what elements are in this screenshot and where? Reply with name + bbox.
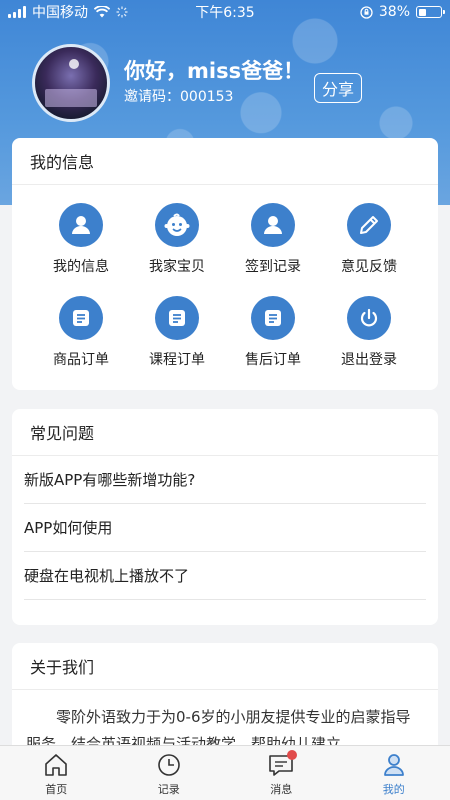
menu-feedback[interactable]: 意见反馈 (321, 203, 417, 276)
battery-icon (416, 6, 445, 18)
menu-my-info[interactable]: 我的信息 (33, 203, 129, 276)
menu-course-orders[interactable]: 课程订单 (129, 296, 225, 369)
clock-time: 下午6:35 (195, 5, 255, 21)
document-icon (251, 296, 295, 340)
carrier-label: 中国移动 (32, 5, 88, 21)
menu-my-baby[interactable]: 我家宝贝 (129, 203, 225, 276)
signal-icon (8, 6, 26, 18)
menu-product-orders[interactable]: 商品订单 (33, 296, 129, 369)
my-info-title: 我的信息 (12, 138, 438, 185)
battery-percent: 38% (378, 4, 410, 20)
faq-item[interactable]: 新版APP有哪些新增功能? (24, 456, 426, 504)
menu-label: 意见反馈 (341, 259, 397, 275)
tab-label: 记录 (157, 783, 180, 796)
message-icon (267, 750, 298, 779)
battery-level (418, 8, 427, 16)
tab-messages[interactable]: 消息 (225, 746, 337, 800)
wifi-icon (94, 6, 110, 18)
clock-icon (157, 754, 180, 776)
menu-aftersale-orders[interactable]: 售后订单 (225, 296, 321, 369)
tab-home[interactable]: 首页 (0, 746, 112, 800)
unread-badge (287, 750, 298, 760)
pencil-icon (347, 203, 391, 247)
tab-mine[interactable]: 我的 (338, 746, 450, 800)
status-bar: 中国移动 下午6:35 38% (0, 0, 450, 24)
faq-item[interactable]: APP如何使用 (24, 504, 426, 552)
menu-label: 售后订单 (245, 352, 301, 368)
tab-label: 我的 (382, 783, 405, 796)
baby-face-icon (155, 203, 199, 247)
bottom-tab-bar: 首页 记录 消息 我的 (0, 745, 450, 800)
tab-label: 首页 (45, 783, 68, 796)
tab-records[interactable]: 记录 (113, 746, 225, 800)
share-button[interactable]: 分享 (314, 73, 362, 103)
home-icon (45, 754, 68, 776)
greeting-text: 你好，miss爸爸！ (124, 59, 305, 83)
my-info-card: 我的信息 我的信息 我家宝贝 签到记录 意见反馈 商品订单 课程订单 售后订单 … (12, 138, 438, 390)
menu-label: 商品订单 (53, 352, 109, 368)
power-icon (347, 296, 391, 340)
profile-icon (383, 754, 404, 776)
avatar[interactable] (32, 44, 110, 122)
faq-card: 常见问题 新版APP有哪些新增功能? APP如何使用 硬盘在电视机上播放不了 (12, 409, 438, 625)
about-card: 关于我们 零阶外语致力于为0-6岁的小朋友提供专业的启蒙指导服务，结合英语视频与… (12, 643, 438, 753)
menu-label: 退出登录 (341, 352, 397, 368)
faq-item[interactable]: 硬盘在电视机上播放不了 (24, 552, 426, 600)
tab-label: 消息 (270, 783, 293, 796)
document-icon (155, 296, 199, 340)
document-icon (59, 296, 103, 340)
orientation-lock-icon (360, 5, 373, 19)
menu-label: 签到记录 (245, 259, 301, 275)
loading-icon (116, 6, 128, 18)
menu-label: 课程订单 (149, 352, 205, 368)
faq-title: 常见问题 (12, 409, 438, 456)
user-icon (59, 203, 103, 247)
invite-code: 邀请码：000153 (124, 89, 234, 105)
menu-label: 我的信息 (53, 259, 109, 275)
about-title: 关于我们 (12, 643, 438, 690)
user-icon (251, 203, 295, 247)
menu-checkin-records[interactable]: 签到记录 (225, 203, 321, 276)
menu-label: 我家宝贝 (149, 259, 205, 275)
about-description: 零阶外语致力于为0-6岁的小朋友提供专业的启蒙指导服务，结合英语视频与活动教学，… (26, 708, 411, 753)
menu-logout[interactable]: 退出登录 (321, 296, 417, 369)
